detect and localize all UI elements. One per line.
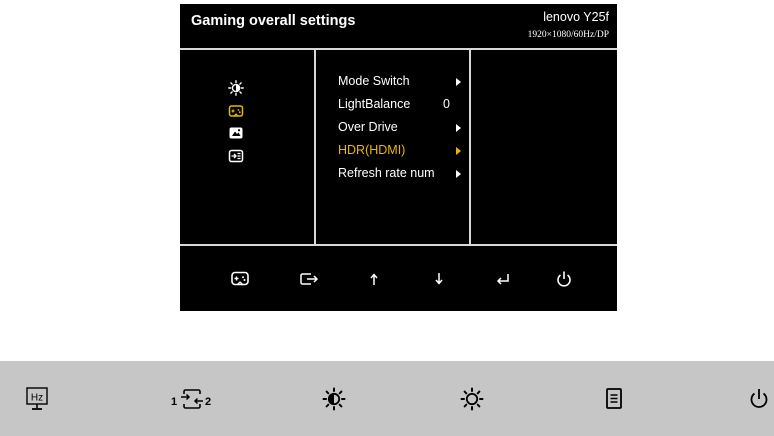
resolution-info: 1920×1080/60Hz/DP xyxy=(527,30,609,40)
osd-window: Gaming overall settings lenovo Y25f 1920… xyxy=(180,4,617,311)
menu-item-value: 0 xyxy=(443,97,450,111)
menu-item-label: LightBalance xyxy=(338,97,411,111)
osd-footer xyxy=(180,246,617,311)
monitor-button-bar: Hz 1 2 xyxy=(0,361,774,436)
refresh-rate-label: Hz xyxy=(31,393,43,404)
column-divider xyxy=(314,50,316,244)
input-1-label: 1 xyxy=(171,396,177,408)
menu-item-label: HDR(HDMI) xyxy=(338,143,406,157)
menu-item-label: Refresh rate num xyxy=(338,166,435,180)
model-name: lenovo Y25f xyxy=(543,10,609,24)
brightness-contrast-icon xyxy=(322,387,346,411)
menu-item-label: Over Drive xyxy=(338,120,398,134)
chevron-right-icon xyxy=(456,170,461,178)
menu-item-lightbalance[interactable]: LightBalance 0 xyxy=(338,93,470,116)
brightness-icon xyxy=(460,387,484,411)
brightness-contrast-button[interactable] xyxy=(322,387,346,411)
enter-icon[interactable] xyxy=(493,270,513,288)
menu-button[interactable] xyxy=(605,387,623,411)
refresh-rate-button[interactable]: Hz xyxy=(26,387,48,411)
osd-header: Gaming overall settings lenovo Y25f 1920… xyxy=(180,4,617,48)
down-arrow-icon[interactable] xyxy=(429,270,449,288)
power-icon xyxy=(750,389,768,408)
menu-item-over-drive[interactable]: Over Drive xyxy=(338,116,470,139)
category-list xyxy=(228,80,250,170)
menu-icon xyxy=(606,388,622,409)
menu-item-label: Mode Switch xyxy=(338,74,410,88)
power-icon[interactable] xyxy=(554,270,574,288)
input-2-label: 2 xyxy=(205,396,211,408)
chevron-right-icon xyxy=(456,78,461,86)
menu-item-mode-switch[interactable]: Mode Switch xyxy=(338,70,470,93)
brightness-icon[interactable] xyxy=(228,80,244,96)
input-switch-button[interactable]: 1 2 xyxy=(168,387,216,411)
menu-item-hdr[interactable]: HDR(HDMI) xyxy=(338,139,470,162)
gamepad-icon[interactable] xyxy=(228,103,244,119)
picture-icon[interactable] xyxy=(228,125,244,141)
power-button[interactable] xyxy=(748,387,770,411)
gamepad-icon[interactable] xyxy=(230,270,250,288)
menu-item-refresh-rate-num[interactable]: Refresh rate num xyxy=(338,162,470,185)
settings-menu: Mode Switch LightBalance 0 Over Drive HD… xyxy=(338,70,470,185)
osd-title: Gaming overall settings xyxy=(191,13,356,29)
osd-body: Mode Switch LightBalance 0 Over Drive HD… xyxy=(180,48,617,246)
brightness-button[interactable] xyxy=(460,387,484,411)
chevron-right-icon xyxy=(456,147,461,155)
up-arrow-icon[interactable] xyxy=(364,270,384,288)
chevron-right-icon xyxy=(456,124,461,132)
refresh-rate-icon: Hz xyxy=(26,387,48,410)
exit-icon[interactable] xyxy=(299,270,319,288)
input-source-icon[interactable] xyxy=(228,148,244,164)
input-switch-icon: 1 2 xyxy=(171,389,211,409)
